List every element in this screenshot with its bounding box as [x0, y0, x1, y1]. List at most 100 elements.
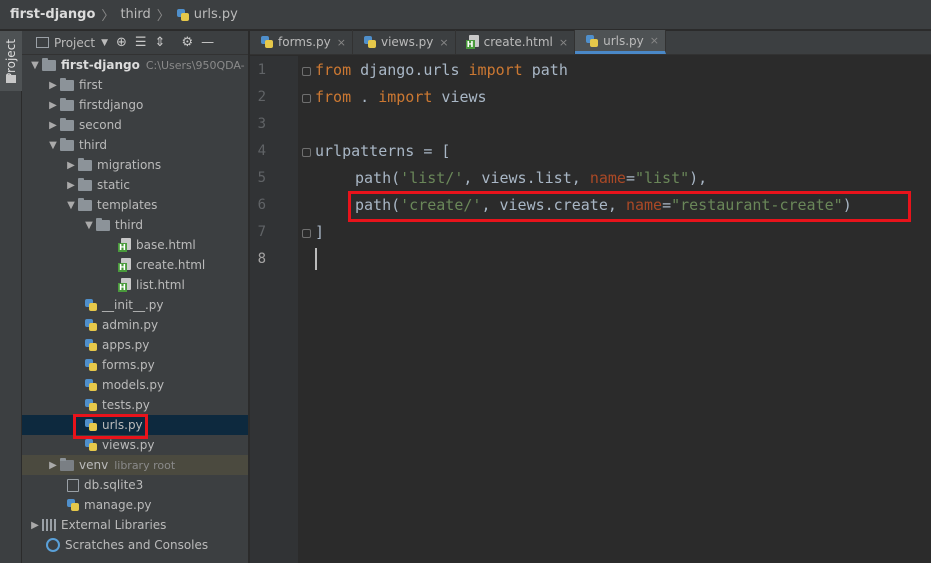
- tree-item-create-html[interactable]: H create.html: [22, 255, 248, 275]
- tab-create-html[interactable]: H create.html ×: [456, 30, 576, 54]
- chevron-down-icon[interactable]: ▼: [64, 200, 78, 211]
- folder-icon: [60, 137, 74, 151]
- project-view-icon: [36, 37, 49, 48]
- python-file-icon: [176, 8, 190, 22]
- project-view-selector[interactable]: Project: [54, 36, 95, 50]
- file-icon: [67, 478, 79, 492]
- tab-forms-py[interactable]: forms.py ×: [250, 30, 353, 54]
- python-file-icon: [66, 498, 80, 512]
- highlight-box-url-pattern: [348, 191, 911, 222]
- library-icon: [42, 519, 56, 531]
- tree-item-scratches[interactable]: Scratches and Consoles: [22, 535, 248, 555]
- tree-item-forms-py[interactable]: forms.py: [22, 355, 248, 375]
- project-panel: Project ▼ ⊕ ☰ ⇕ ⚙ — ▼ first-django C:\Us…: [22, 31, 249, 563]
- tree-item-apps-py[interactable]: apps.py: [22, 335, 248, 355]
- tree-item-db-sqlite3[interactable]: db.sqlite3: [22, 475, 248, 495]
- breadcrumb-separator: 〉: [101, 9, 115, 24]
- chevron-down-icon[interactable]: ▼: [46, 140, 60, 151]
- chevron-down-icon[interactable]: ▼: [101, 38, 108, 48]
- code-line-1: from django.urls import path: [315, 61, 568, 79]
- fold-icon[interactable]: [302, 67, 311, 76]
- project-tool-tab[interactable]: Project: [0, 31, 22, 91]
- code-line-7: ]: [315, 223, 325, 241]
- chevron-right-icon[interactable]: ▶: [64, 160, 78, 171]
- tree-item-static[interactable]: ▶ static: [22, 175, 248, 195]
- folder-icon: [42, 57, 56, 71]
- close-icon[interactable]: ×: [650, 34, 659, 47]
- chevron-down-icon[interactable]: ▼: [28, 60, 42, 71]
- tree-item-templates[interactable]: ▼ templates: [22, 195, 248, 215]
- text-caret: [315, 248, 317, 270]
- chevron-right-icon[interactable]: ▶: [46, 80, 60, 91]
- expand-all-icon[interactable]: ⇕: [155, 35, 166, 50]
- chevron-right-icon[interactable]: ▶: [46, 120, 60, 131]
- tree-item-venv[interactable]: ▶ venv library root: [22, 455, 248, 475]
- tree-item-second[interactable]: ▶ second: [22, 115, 248, 135]
- python-file-icon: [84, 358, 98, 372]
- chevron-down-icon[interactable]: ▼: [82, 220, 96, 231]
- chevron-right-icon[interactable]: ▶: [64, 180, 78, 191]
- project-tree: ▼ first-django C:\Users\950QDA- ▶ first …: [22, 55, 248, 555]
- fold-icon[interactable]: [302, 148, 311, 157]
- tree-item-base-html[interactable]: H base.html: [22, 235, 248, 255]
- python-file-icon: [84, 298, 98, 312]
- tree-item-firstdjango[interactable]: ▶ firstdjango: [22, 95, 248, 115]
- line-number: 4: [257, 143, 266, 159]
- tab-urls-py[interactable]: urls.py ×: [575, 30, 666, 54]
- tree-item-migrations[interactable]: ▶ migrations: [22, 155, 248, 175]
- close-icon[interactable]: ×: [337, 36, 346, 49]
- line-number: 5: [257, 170, 266, 186]
- tree-item-third[interactable]: ▼ third: [22, 135, 248, 155]
- tree-item-list-html[interactable]: H list.html: [22, 275, 248, 295]
- code-editor[interactable]: forms.py × views.py × H create.html × ur…: [250, 30, 931, 563]
- locate-file-icon[interactable]: ⊕: [116, 35, 127, 50]
- fold-icon[interactable]: [302, 229, 311, 238]
- close-icon[interactable]: ×: [559, 36, 568, 49]
- scratches-icon: [46, 538, 60, 552]
- folder-icon: [60, 117, 74, 131]
- folder-icon: [60, 97, 74, 111]
- folder-icon: [78, 177, 92, 191]
- chevron-right-icon[interactable]: ▶: [46, 100, 60, 111]
- tree-item-admin-py[interactable]: admin.py: [22, 315, 248, 335]
- line-number: 8: [257, 251, 266, 267]
- line-number-gutter: [250, 56, 298, 563]
- folder-icon: [78, 197, 92, 211]
- close-icon[interactable]: ×: [439, 36, 448, 49]
- breadcrumb-project[interactable]: first-django: [10, 7, 95, 22]
- tree-item-root[interactable]: ▼ first-django C:\Users\950QDA-: [22, 55, 248, 75]
- tree-item-tests-py[interactable]: tests.py: [22, 395, 248, 415]
- tab-views-py[interactable]: views.py ×: [353, 30, 456, 54]
- tree-item-first[interactable]: ▶ first: [22, 75, 248, 95]
- tree-item-models-py[interactable]: models.py: [22, 375, 248, 395]
- fold-icon[interactable]: [302, 94, 311, 103]
- tool-window-strip: Project: [0, 31, 22, 563]
- folder-icon: [60, 457, 74, 471]
- tree-item-external-libraries[interactable]: ▶ External Libraries: [22, 515, 248, 535]
- gear-icon[interactable]: ⚙: [181, 35, 193, 50]
- python-file-icon: [84, 438, 98, 452]
- line-number: 2: [257, 89, 266, 105]
- code-line-5: path('list/', views.list, name="list"),: [355, 169, 708, 187]
- chevron-right-icon[interactable]: ▶: [28, 520, 42, 531]
- folder-icon: [60, 77, 74, 91]
- python-file-icon: [84, 378, 98, 392]
- project-panel-toolbar: Project ▼ ⊕ ☰ ⇕ ⚙ —: [22, 31, 248, 55]
- tree-item-templates-third[interactable]: ▼ third: [22, 215, 248, 235]
- hide-panel-icon[interactable]: —: [201, 35, 214, 50]
- breadcrumb-folder[interactable]: third: [120, 7, 150, 22]
- tree-item-init-py[interactable]: __init__.py: [22, 295, 248, 315]
- line-number: 6: [257, 197, 266, 213]
- python-file-icon: [363, 35, 377, 49]
- line-number: 7: [257, 224, 266, 240]
- collapse-all-icon[interactable]: ☰: [135, 35, 147, 50]
- python-file-icon: [585, 34, 599, 48]
- python-file-icon: [260, 35, 274, 49]
- chevron-right-icon[interactable]: ▶: [46, 460, 60, 471]
- python-file-icon: [84, 338, 98, 352]
- breadcrumb: first-django 〉 third 〉 urls.py: [0, 0, 931, 30]
- tree-item-manage-py[interactable]: manage.py: [22, 495, 248, 515]
- breadcrumb-file[interactable]: urls.py: [176, 7, 238, 22]
- html-file-icon: H: [465, 35, 480, 49]
- line-number: 1: [257, 62, 266, 78]
